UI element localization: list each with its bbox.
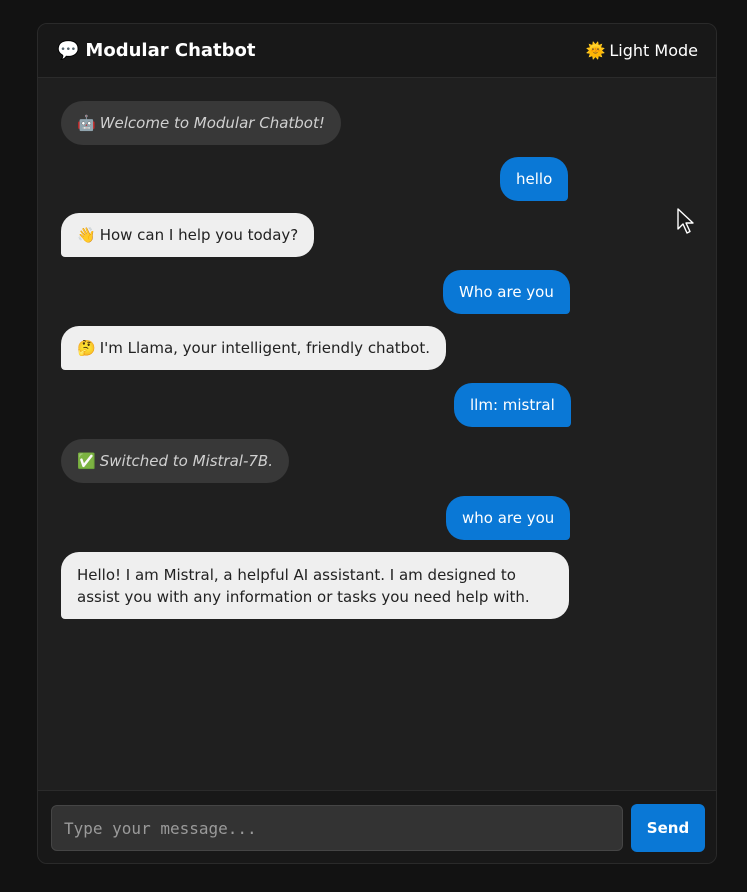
message-text: Welcome to Modular Chatbot! [99,114,325,132]
message-text: Hello! I am Mistral, a helpful AI assist… [77,565,530,606]
check-mark-icon: ✅ [77,452,96,470]
message-input[interactable] [51,805,623,851]
thinking-face-icon: 🤔 [77,339,96,357]
user-message: llm: mistral [454,383,571,427]
message-text: Who are you [459,283,554,301]
bot-message: 👋 How can I help you today? [61,213,315,257]
waving-hand-icon: 👋 [77,226,96,244]
sun-icon: 🌞 [585,41,606,60]
app-title: 💬 Modular Chatbot [57,40,256,61]
message-text: hello [516,170,553,188]
message-text: How can I help you today? [99,226,299,244]
message-text: llm: mistral [470,396,555,414]
message-text: who are you [462,509,555,527]
user-message: Who are you [443,270,570,314]
user-message: who are you [446,496,571,540]
speech-bubble-icon: 💬 [57,40,80,61]
chat-window: 💬 Modular Chatbot 🌞 Light Mode 🤖 Welcome… [37,23,717,864]
message-text: I'm Llama, your intelligent, friendly ch… [99,339,430,357]
user-message: hello [500,157,569,201]
light-mode-label: Light Mode [609,41,698,60]
system-message: 🤖 Welcome to Modular Chatbot! [61,101,341,145]
message-text: Switched to Mistral-7B. [99,452,273,470]
bot-message: 🤔 I'm Llama, your intelligent, friendly … [61,326,446,370]
mouse-cursor-icon [677,208,694,234]
send-button[interactable]: Send [631,804,705,852]
bot-message: Hello! I am Mistral, a helpful AI assist… [61,552,569,619]
robot-icon: 🤖 [77,114,96,132]
system-message: ✅ Switched to Mistral-7B. [61,439,289,483]
app-title-text: Modular Chatbot [85,40,256,61]
input-bar: Send [38,790,716,863]
message-list: 🤖 Welcome to Modular Chatbot! hello 👋 Ho… [38,78,716,791]
light-mode-toggle[interactable]: 🌞 Light Mode [585,41,698,60]
chat-header: 💬 Modular Chatbot 🌞 Light Mode [38,24,716,78]
